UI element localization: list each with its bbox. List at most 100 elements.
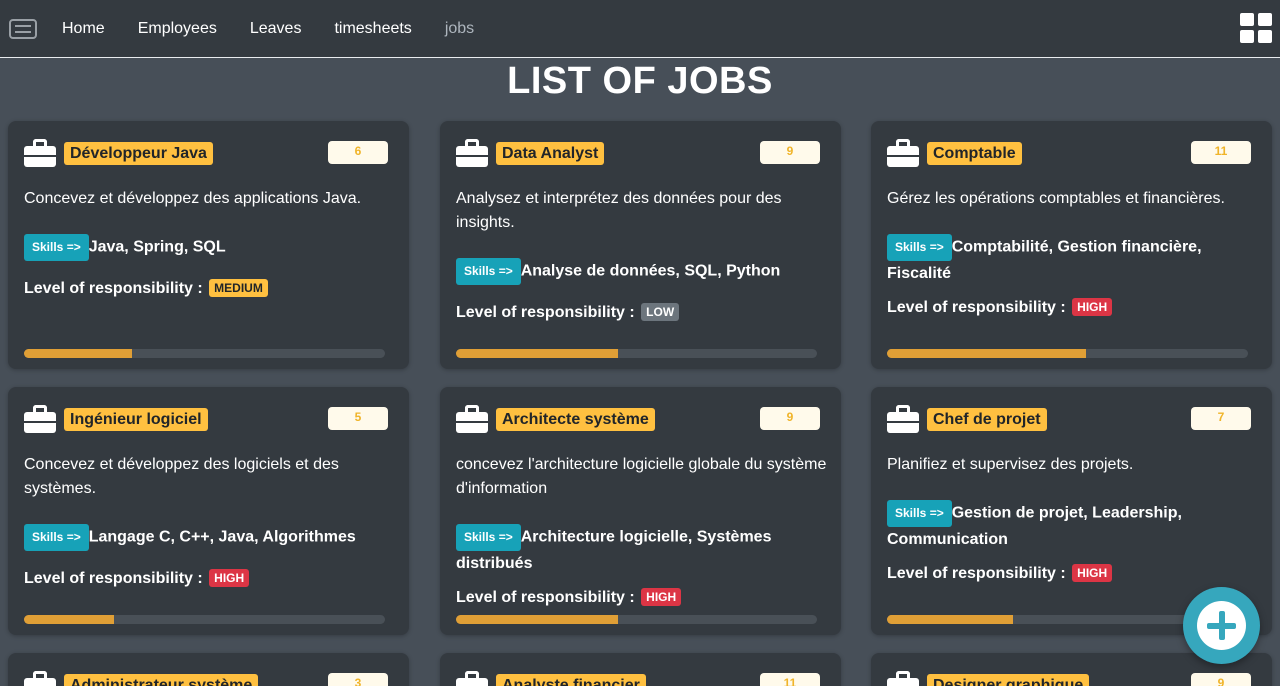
job-progress-bar — [24, 349, 385, 358]
briefcase-icon — [456, 139, 488, 167]
job-progress-fill — [24, 349, 133, 358]
job-progress-fill — [887, 615, 1014, 624]
job-card: Architecte système 9 concevez l'architec… — [440, 387, 841, 635]
nav-links: Home Employees Leaves timesheets jobs — [62, 0, 507, 57]
level-label: Level of responsibility : — [887, 299, 1066, 316]
job-description: Concevez et développez des applications … — [24, 190, 362, 207]
top-navbar: Home Employees Leaves timesheets jobs — [0, 0, 1280, 58]
level-label: Level of responsibility : — [24, 280, 203, 297]
job-count-badge: 9 — [760, 407, 820, 430]
level-label: Level of responsibility : — [24, 570, 203, 587]
job-count-badge: 7 — [1191, 407, 1251, 430]
monitor-icon[interactable] — [9, 19, 37, 39]
job-card: Développeur Java 6 Concevez et développe… — [8, 121, 409, 369]
job-description: Planifiez et supervisez des projets. — [887, 456, 1134, 473]
job-level: Level of responsibility : HIGH — [456, 588, 682, 607]
job-level: Level of responsibility : HIGH — [887, 564, 1113, 583]
add-job-button[interactable] — [1183, 587, 1260, 664]
plus-circle-icon — [1197, 601, 1246, 650]
briefcase-icon — [24, 139, 56, 167]
briefcase-icon — [887, 139, 919, 167]
job-title: Data Analyst — [496, 142, 605, 165]
job-card-header: Comptable 11 — [887, 139, 1251, 167]
skills-label: Skills => — [24, 524, 89, 551]
job-title: Chef de projet — [927, 408, 1047, 431]
nav-leaves[interactable]: Leaves — [250, 20, 302, 38]
nav-timesheets[interactable]: timesheets — [334, 20, 411, 38]
job-description: Concevez et développez des logiciels et … — [24, 456, 339, 497]
job-count-badge: 9 — [1191, 673, 1251, 686]
job-title: Designer graphique — [927, 674, 1090, 686]
level-badge: MEDIUM — [209, 279, 268, 297]
nav-home[interactable]: Home — [62, 20, 105, 38]
job-progress-bar — [456, 349, 817, 358]
job-card-header: Designer graphique 9 — [887, 671, 1251, 686]
job-title: Développeur Java — [64, 142, 213, 165]
level-badge: HIGH — [641, 588, 682, 606]
job-card-header: Chef de projet 7 — [887, 405, 1251, 433]
job-progress-fill — [456, 349, 619, 358]
job-description: Gérez les opérations comptables et finan… — [887, 190, 1225, 207]
skills-label: Skills => — [456, 258, 521, 285]
job-card: Data Analyst 9 Analysez et interprétez d… — [440, 121, 841, 369]
briefcase-icon — [456, 405, 488, 433]
job-card-header: Administrateur système 3 — [24, 671, 388, 686]
level-badge: HIGH — [1072, 564, 1113, 582]
grid-cell — [1258, 13, 1272, 26]
job-count-badge: 9 — [760, 141, 820, 164]
job-skills: Skills => Langage C, C++, Java, Algorithm… — [24, 524, 396, 551]
job-progress-bar — [24, 615, 385, 624]
job-progress-bar — [456, 615, 817, 624]
job-skills: Skills => Analyse de données, SQL, Python — [456, 258, 828, 285]
grid-cell — [1240, 30, 1254, 43]
nav-employees[interactable]: Employees — [138, 20, 217, 38]
job-progress-fill — [887, 349, 1086, 358]
briefcase-icon — [456, 671, 488, 686]
job-card-header: Analyste financier 11 — [456, 671, 820, 686]
level-badge: LOW — [641, 303, 680, 321]
job-title: Ingénieur logiciel — [64, 408, 208, 431]
job-progress-fill — [24, 615, 115, 624]
job-level: Level of responsibility : MEDIUM — [24, 279, 268, 298]
job-card-header: Ingénieur logiciel 5 — [24, 405, 388, 433]
job-count-badge: 11 — [1191, 141, 1251, 164]
job-title: Architecte système — [496, 408, 655, 431]
job-card: Analyste financier 11 — [440, 653, 841, 686]
skills-label: Skills => — [24, 234, 89, 261]
job-skills: Skills => Gestion de projet, Leadership, … — [887, 500, 1259, 552]
nav-jobs[interactable]: jobs — [445, 20, 474, 38]
job-card-header: Développeur Java 6 — [24, 139, 388, 167]
skills-label: Skills => — [887, 234, 952, 261]
job-count-badge: 11 — [760, 673, 820, 686]
level-label: Level of responsibility : — [456, 304, 635, 321]
briefcase-icon — [887, 671, 919, 686]
grid-icon[interactable] — [1240, 13, 1272, 43]
skills-label: Skills => — [887, 500, 952, 527]
skills-list: Analyse de données, SQL, Python — [520, 262, 781, 280]
job-card: Comptable 11 Gérez les opérations compta… — [871, 121, 1272, 369]
briefcase-icon — [24, 405, 56, 433]
job-description: concevez l'architecture logicielle globa… — [456, 456, 827, 497]
level-badge: HIGH — [209, 569, 250, 587]
job-skills: Skills => Architecture logicielle, Systèm… — [456, 524, 828, 576]
job-title: Administrateur système — [64, 674, 259, 686]
job-level: Level of responsibility : HIGH — [887, 298, 1113, 317]
level-label: Level of responsibility : — [887, 565, 1066, 582]
job-card: Ingénieur logiciel 5 Concevez et dévelop… — [8, 387, 409, 635]
grid-cell — [1240, 13, 1254, 26]
skills-list: Java, Spring, SQL — [88, 238, 226, 256]
job-count-badge: 3 — [328, 673, 388, 686]
level-label: Level of responsibility : — [456, 589, 635, 606]
job-count-badge: 5 — [328, 407, 388, 430]
job-progress-bar — [887, 349, 1248, 358]
job-skills: Skills => Comptabilité, Gestion financièr… — [887, 234, 1259, 286]
job-title: Comptable — [927, 142, 1022, 165]
job-level: Level of responsibility : HIGH — [24, 569, 250, 588]
level-badge: HIGH — [1072, 298, 1113, 316]
job-count-badge: 6 — [328, 141, 388, 164]
job-card-header: Architecte système 9 — [456, 405, 820, 433]
job-skills: Skills => Java, Spring, SQL — [24, 234, 396, 261]
briefcase-icon — [887, 405, 919, 433]
briefcase-icon — [24, 671, 56, 686]
skills-label: Skills => — [456, 524, 521, 551]
